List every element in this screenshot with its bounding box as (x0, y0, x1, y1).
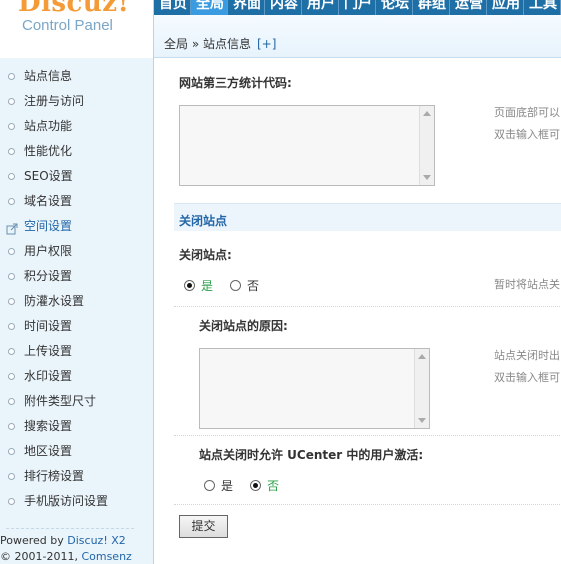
sidebar-item-upload[interactable]: 上传设置 (0, 339, 153, 364)
nav-users[interactable]: 用户 (302, 0, 339, 15)
sidebar-item-performance[interactable]: 性能优化 (0, 139, 153, 164)
close-reason-hint-2: 双击输入框可 (494, 371, 560, 384)
ucenter-no-radio[interactable]: 否 (250, 477, 279, 494)
radio-checked-icon (184, 280, 195, 291)
discuz-logo: Discuz! (18, 0, 130, 18)
bullet-icon (8, 498, 15, 505)
sidebar-item-seo[interactable]: SEO设置 (0, 164, 153, 189)
nav-forum[interactable]: 论坛 (376, 0, 413, 15)
nav-portal[interactable]: 门户 (339, 0, 376, 15)
scroll-up-icon[interactable] (418, 354, 426, 359)
row-divider (174, 435, 561, 436)
nav-apps[interactable]: 应用 (487, 0, 524, 15)
stat-code-textarea[interactable] (179, 105, 435, 186)
close-site-section-header: 关闭站点 (174, 203, 561, 231)
bullet-icon (8, 323, 15, 330)
sidebar-item-time[interactable]: 时间设置 (0, 314, 153, 339)
logo-area: Discuz! Control Panel (0, 0, 154, 58)
bullet-icon (8, 273, 15, 280)
bullet-icon (8, 448, 15, 455)
sidebar-item-space[interactable]: 空间设置 (0, 214, 153, 239)
textarea-scrollbar[interactable] (419, 106, 434, 185)
bullet-icon (8, 148, 15, 155)
bullet-icon (8, 473, 15, 480)
top-navigation: 首页 全局 界面 内容 用户 门户 论坛 群组 运营 应用 工具 (154, 0, 561, 15)
scroll-down-icon[interactable] (423, 175, 431, 180)
nav-interface[interactable]: 界面 (228, 0, 265, 15)
bullet-icon (8, 173, 15, 180)
sidebar-item-search[interactable]: 搜索设置 (0, 414, 153, 439)
nav-tools[interactable]: 工具 (524, 0, 561, 15)
section-title: 关闭站点 (179, 214, 228, 228)
bullet-icon (8, 398, 15, 405)
sidebar-item-site-features[interactable]: 站点功能 (0, 114, 153, 139)
bullet-icon (8, 73, 15, 80)
ucenter-activation-label: 站点关闭时允许 UCenter 中的用户激活: (199, 448, 424, 462)
sidebar-item-domain[interactable]: 域名设置 (0, 189, 153, 214)
product-link[interactable]: Discuz! X2 (67, 534, 126, 547)
textarea-scrollbar[interactable] (414, 349, 429, 428)
sidebar-footer: Powered by Discuz! X2 © 2001-2011, Comse… (0, 533, 153, 564)
breadcrumb: 全局 » 站点信息 [+] (164, 35, 276, 52)
external-link-icon (6, 219, 18, 235)
nav-operations[interactable]: 运营 (450, 0, 487, 15)
row-divider (174, 306, 561, 307)
scroll-up-icon[interactable] (423, 111, 431, 116)
control-panel-subtitle: Control Panel (22, 17, 113, 34)
submit-button[interactable]: 提交 (179, 515, 228, 538)
radio-unchecked-icon (230, 280, 241, 291)
sidebar-item-user-permissions[interactable]: 用户权限 (0, 239, 153, 264)
stat-code-hint-2: 双击输入框可 (494, 128, 560, 141)
stat-code-hint-1: 页面底部可以 (494, 106, 560, 119)
close-site-hint: 暂时将站点关 (494, 278, 560, 291)
main-content: 网站第三方统计代码: 页面底部可以 双击输入框可 关闭站点 关闭站点: 是 否 … (154, 58, 561, 564)
close-reason-label: 关闭站点的原因: (199, 319, 288, 333)
close-site-no-radio[interactable]: 否 (230, 277, 259, 294)
radio-unchecked-icon (204, 480, 215, 491)
sidebar-item-register-access[interactable]: 注册与访问 (0, 89, 153, 114)
nav-home[interactable]: 首页 (154, 0, 191, 15)
bullet-icon (8, 98, 15, 105)
bullet-icon (8, 248, 15, 255)
sidebar-item-watermark[interactable]: 水印设置 (0, 364, 153, 389)
bullet-icon (8, 298, 15, 305)
sidebar-item-attachment-types[interactable]: 附件类型尺寸 (0, 389, 153, 414)
close-reason-textarea[interactable] (199, 348, 430, 429)
breadcrumb-bar: 全局 » 站点信息 [+] (154, 15, 561, 58)
bullet-icon (8, 198, 15, 205)
nav-content[interactable]: 内容 (265, 0, 302, 15)
close-reason-hint-1: 站点关闭时出 (494, 349, 560, 362)
breadcrumb-add-shortcut[interactable]: [+] (257, 37, 276, 51)
bullet-icon (8, 348, 15, 355)
sidebar-item-anti-flood[interactable]: 防灌水设置 (0, 289, 153, 314)
breadcrumb-path[interactable]: 全局 » 站点信息 (164, 37, 251, 51)
close-site-label: 关闭站点: (179, 248, 232, 262)
sidebar-item-site-info[interactable]: 站点信息 (0, 64, 153, 89)
bullet-icon (8, 123, 15, 130)
close-site-yes-radio[interactable]: 是 (184, 277, 213, 294)
sidebar-item-region[interactable]: 地区设置 (0, 439, 153, 464)
row-divider (174, 504, 561, 505)
sidebar-item-mobile[interactable]: 手机版访问设置 (0, 489, 153, 514)
sidebar-item-credits[interactable]: 积分设置 (0, 264, 153, 289)
sidebar-item-ranking[interactable]: 排行榜设置 (0, 464, 153, 489)
bullet-icon (8, 373, 15, 380)
nav-groups[interactable]: 群组 (413, 0, 450, 15)
bullet-icon (8, 423, 15, 430)
sidebar: 站点信息 注册与访问 站点功能 性能优化 SEO设置 域名设置 空间设置 用户权… (0, 58, 154, 564)
scroll-down-icon[interactable] (418, 418, 426, 423)
radio-checked-icon (250, 480, 261, 491)
stat-code-label: 网站第三方统计代码: (179, 76, 292, 90)
sidebar-divider (6, 528, 134, 529)
nav-global[interactable]: 全局 (191, 0, 228, 15)
ucenter-yes-radio[interactable]: 是 (204, 477, 233, 494)
